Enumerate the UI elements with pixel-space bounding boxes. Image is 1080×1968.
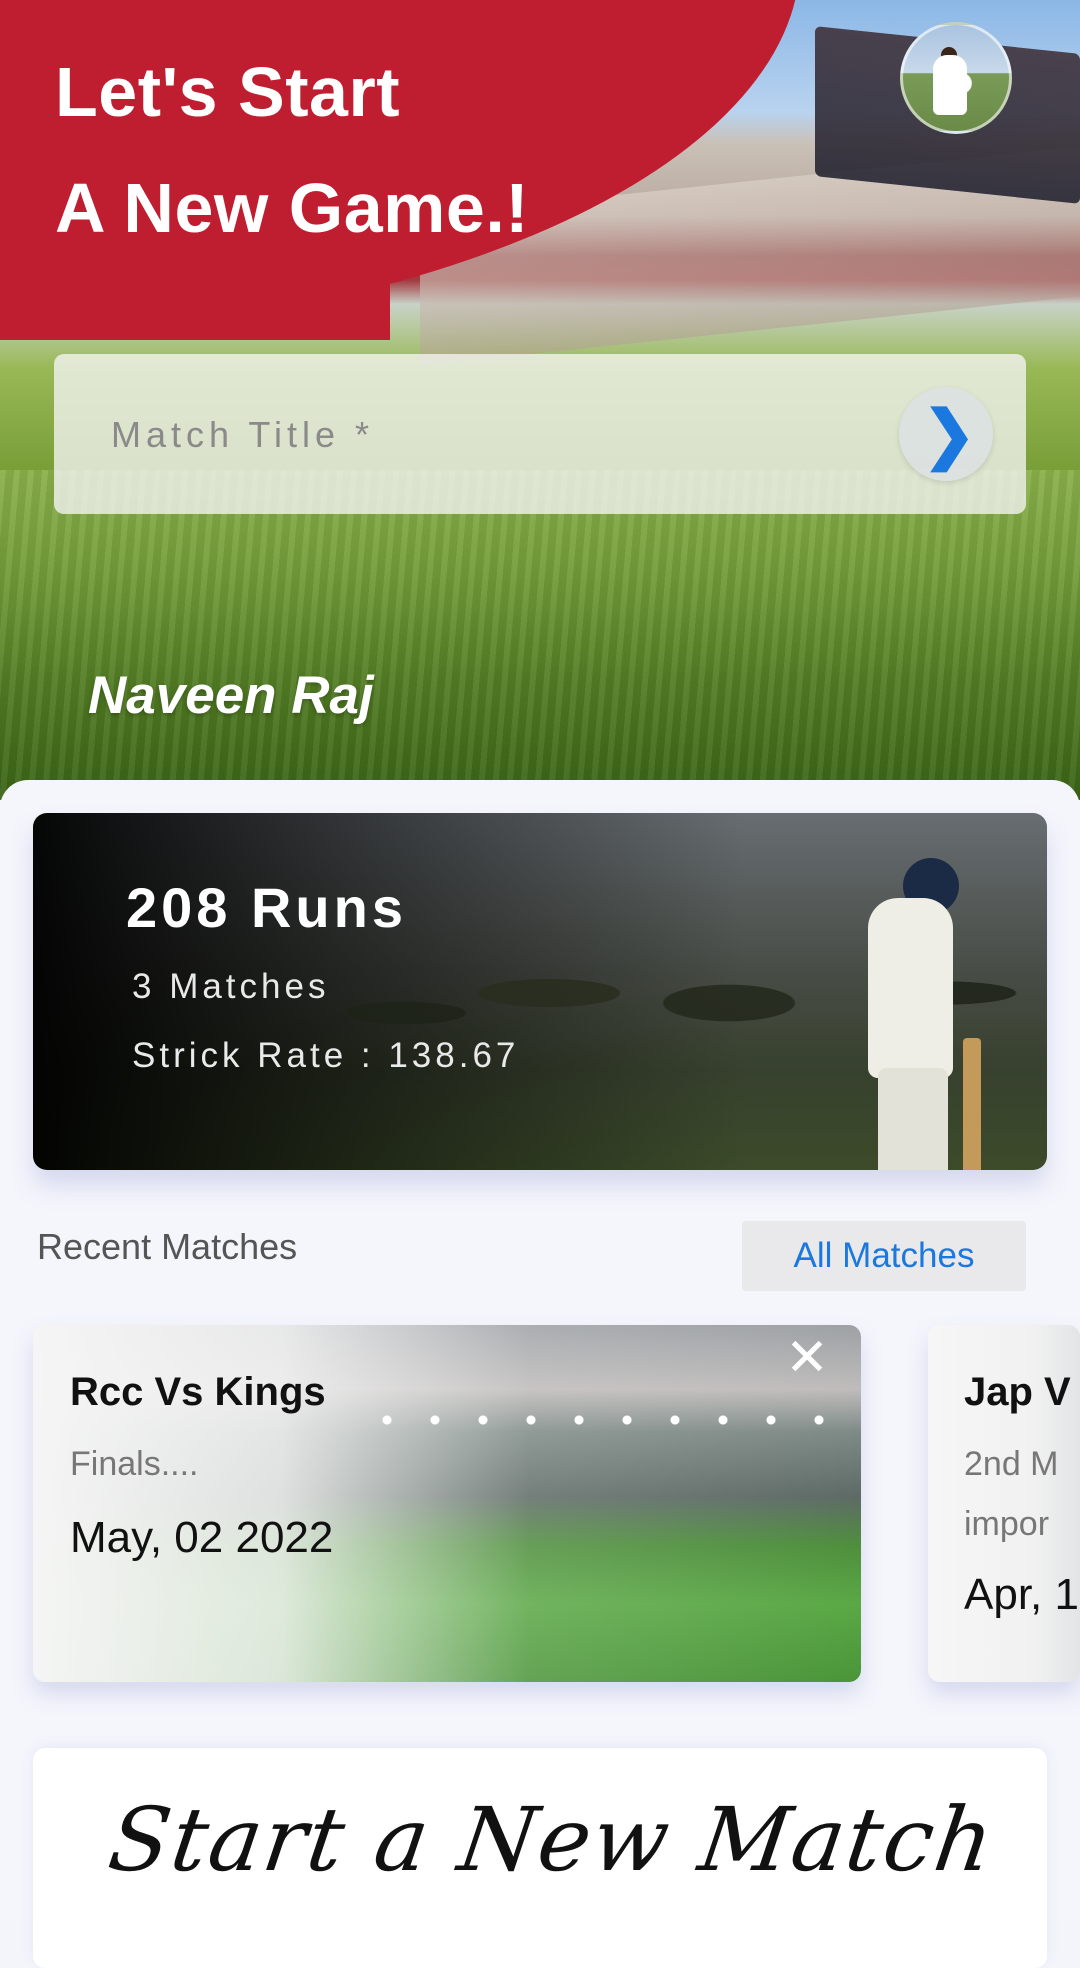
close-icon[interactable]: ✕: [782, 1332, 832, 1384]
batsman-bat: [963, 1038, 981, 1170]
grass-image: [0, 470, 1080, 800]
recent-matches-title: Recent Matches: [37, 1226, 298, 1267]
batsman-body: [868, 898, 953, 1078]
match-card-subtitle: Finals....: [70, 1445, 199, 1483]
all-matches-button[interactable]: All Matches: [742, 1221, 1026, 1291]
stadium-lights-image: [363, 1405, 861, 1445]
match-title-submit-button[interactable]: ❯: [899, 387, 993, 481]
match-card[interactable]: Jap V 2nd M impor Apr, 1: [928, 1325, 1080, 1682]
player-name: Naveen Raj: [88, 666, 374, 725]
batsman-legs: [878, 1068, 948, 1170]
match-title-input[interactable]: [109, 394, 873, 476]
headline-line-1: Let's Start: [55, 53, 401, 131]
match-title-field: ❯: [54, 354, 1026, 514]
avatar-figure: [933, 55, 967, 115]
total-runs: 208 Runs: [126, 876, 407, 939]
start-new-match-title: Start a New Match: [102, 1788, 1002, 1891]
match-card-title: Rcc Vs Kings: [70, 1370, 326, 1414]
match-card-subtitle: 2nd M: [964, 1445, 1059, 1483]
strike-rate: Strick Rate : 138.67: [132, 1036, 520, 1075]
user-avatar[interactable]: [900, 22, 1012, 134]
chevron-right-icon: ❯: [922, 398, 976, 470]
match-card-subtitle-2: impor: [964, 1505, 1050, 1543]
match-card-title: Jap V: [964, 1370, 1071, 1414]
headline-line-2: A New Game.!: [55, 169, 530, 247]
match-card-date: Apr, 1: [964, 1570, 1079, 1619]
total-matches: 3 Matches: [132, 967, 330, 1006]
match-card-date: May, 02 2022: [70, 1513, 334, 1562]
batsman-image: [843, 838, 993, 1170]
